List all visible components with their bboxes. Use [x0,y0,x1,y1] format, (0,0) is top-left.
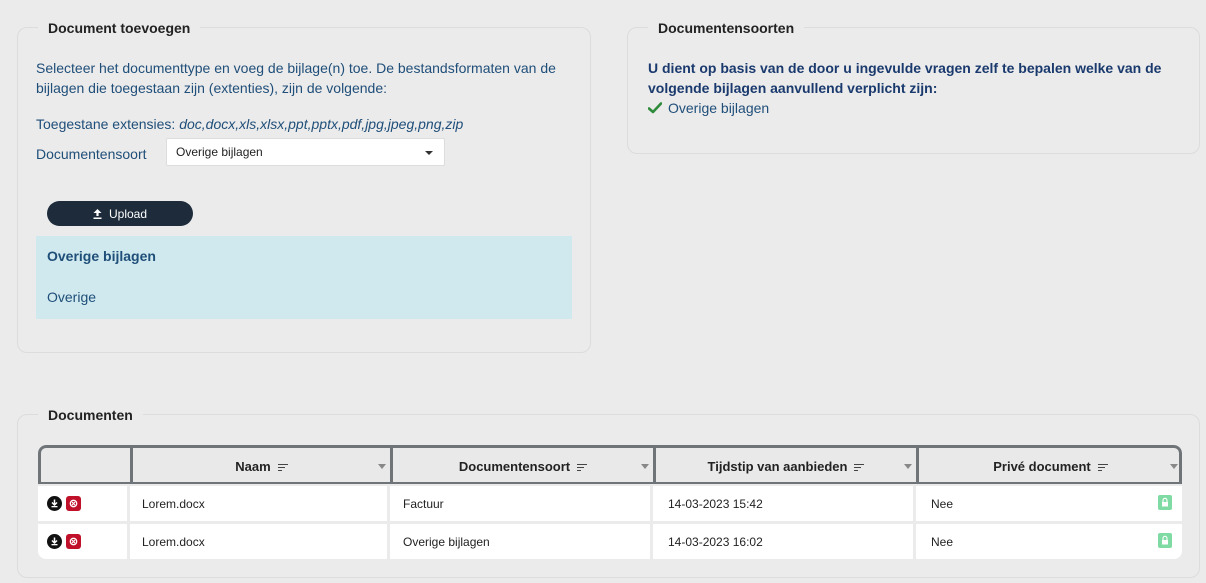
chevron-down-icon [425,151,433,155]
check-icon [648,102,662,114]
doctype-label: Documentensoort [36,146,147,162]
column-header-label: Naam [235,458,271,474]
column-separator [387,486,390,521]
upload-button[interactable]: Upload [47,201,193,226]
cell-naam: Lorem.docx [142,496,205,511]
cell-documentensoort: Factuur [403,496,444,511]
info-text: Overige [47,289,97,305]
upload-icon [93,208,102,219]
download-icon[interactable] [47,496,62,511]
document-types-title: Documentensoorten [648,19,805,37]
column-header-naam[interactable]: Naam [133,448,390,484]
doctype-select[interactable]: Overige bijlagen [166,138,445,166]
sort-icon[interactable] [277,463,288,471]
cell-prive: Nee [931,496,954,511]
filter-icon[interactable] [641,464,649,469]
intro-text: Selecteer het documenttype en voeg de bi… [36,60,556,96]
info-box: Overige bijlagen Overige [36,236,572,319]
info-title: Overige bijlagen [47,248,156,264]
column-header-documentensoort[interactable]: Documentensoort [393,448,653,484]
cell-documentensoort: Overige bijlagen [403,534,490,549]
filter-icon[interactable] [1170,464,1178,469]
documents-table: Naam Documentensoort Tijdstip van aanbie… [38,445,1182,571]
table-row[interactable]: Lorem.docx Factuur 14-03-2023 15:42 Nee [38,486,1182,521]
download-icon[interactable] [47,534,62,549]
cell-naam: Lorem.docx [142,534,205,549]
column-header-label: Privé document [993,458,1091,474]
document-type-item-label: Overige bijlagen [668,100,770,116]
column-separator [127,524,130,559]
table-header: Naam Documentensoort Tijdstip van aanbie… [38,445,1182,484]
sort-icon[interactable] [1097,463,1108,471]
document-type-item: Overige bijlagen [648,100,769,116]
filter-icon[interactable] [904,464,912,469]
column-separator [387,524,390,559]
document-types-panel: Documentensoorten U dient op basis van d… [627,19,1200,154]
add-document-panel: Document toevoegen Selecteer het documen… [17,19,591,353]
sort-icon[interactable] [854,463,865,471]
column-separator [650,524,653,559]
column-separator [913,524,916,559]
column-header-label: Documentensoort [458,458,571,474]
extensions-label: Toegestane extensies: [36,116,176,132]
delete-icon[interactable] [66,534,81,549]
column-header-label: Tijdstip van aanbieden [707,458,848,474]
filter-icon[interactable] [378,464,386,469]
documents-title: Documenten [38,406,143,424]
document-types-text: U dient op basis van de door u ingevulde… [648,60,1162,96]
cell-tijdstip: 14-03-2023 16:02 [668,534,763,549]
allowed-extensions: Toegestane extensies: doc,docx,xls,xlsx,… [36,116,463,132]
lock-icon[interactable] [1158,533,1172,548]
extensions-value: doc,docx,xls,xlsx,ppt,pptx,pdf,jpg,jpeg,… [179,116,464,132]
column-separator [913,486,916,521]
lock-icon[interactable] [1158,495,1172,510]
column-separator [127,486,130,521]
sort-icon[interactable] [577,463,588,471]
delete-icon[interactable] [66,496,81,511]
column-header-prive[interactable]: Privé document [919,448,1182,484]
cell-tijdstip: 14-03-2023 15:42 [668,496,763,511]
column-separator [650,486,653,521]
doctype-select-value: Overige bijlagen [176,145,263,159]
table-row[interactable]: Lorem.docx Overige bijlagen 14-03-2023 1… [38,524,1182,559]
cell-prive: Nee [931,534,954,549]
add-document-title: Document toevoegen [38,19,201,37]
upload-label: Upload [108,206,148,221]
documents-panel: Documenten Naam Documentensoort Tijdstip… [17,406,1200,578]
column-header-tijdstip[interactable]: Tijdstip van aanbieden [656,448,916,484]
